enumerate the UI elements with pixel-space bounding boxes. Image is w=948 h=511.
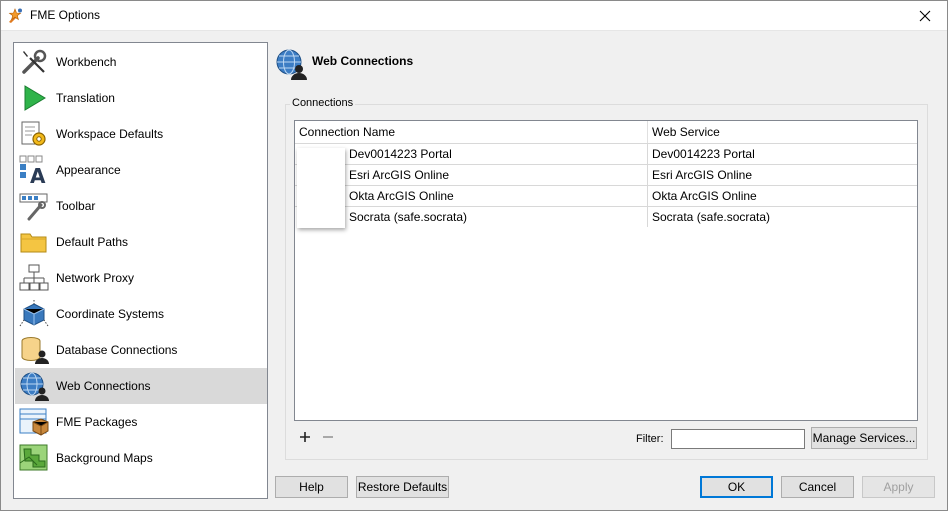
sidebar-item-background-maps[interactable]: Background Maps <box>15 440 267 476</box>
sidebar-item-label: Default Paths <box>56 235 129 249</box>
title-bar: FME Options <box>0 0 948 31</box>
cube-axes-icon <box>19 300 49 327</box>
web-service-cell: Socrata (safe.socrata) <box>652 210 771 224</box>
toolbar-icon <box>19 193 48 221</box>
sidebar-item-workbench[interactable]: Workbench <box>15 44 267 80</box>
close-button[interactable] <box>902 0 948 31</box>
cancel-button[interactable]: Cancel <box>781 476 854 498</box>
play-triangle-icon <box>24 85 46 111</box>
window-title: FME Options <box>30 8 101 22</box>
sidebar-item-label: Database Connections <box>56 343 178 357</box>
sidebar-item-default-paths[interactable]: Default Paths <box>15 224 267 260</box>
close-icon <box>919 10 931 21</box>
table-row[interactable]: Esri ArcGIS Online Esri ArcGIS Online <box>295 164 917 185</box>
sidebar-item-label: Workspace Defaults <box>56 127 164 141</box>
restore-defaults-button[interactable]: Restore Defaults <box>356 476 449 498</box>
table-row[interactable]: Dev0014223 Portal Dev0014223 Portal <box>295 143 917 164</box>
globe-user-icon <box>20 372 49 401</box>
web-service-cell: Okta ArcGIS Online <box>652 189 757 203</box>
folder-icon <box>20 233 47 253</box>
sidebar-item-fme-packages[interactable]: FME Packages <box>15 404 267 440</box>
connection-name-cell: Dev0014223 Portal <box>349 144 648 164</box>
column-header-web-service[interactable]: Web Service <box>648 121 917 143</box>
options-sidebar: Workbench Translation Workspace Defaults <box>13 42 268 499</box>
apply-button[interactable]: Apply <box>862 476 935 498</box>
svg-text:A: A <box>30 164 46 185</box>
ok-button[interactable]: OK <box>700 476 773 498</box>
sidebar-item-coordinate-systems[interactable]: Coordinate Systems <box>15 296 267 332</box>
sidebar-item-workspace-defaults[interactable]: Workspace Defaults <box>15 116 267 152</box>
minus-icon <box>323 436 333 438</box>
connection-name-cell: Okta ArcGIS Online <box>349 186 648 206</box>
sidebar-item-network-proxy[interactable]: Network Proxy <box>15 260 267 296</box>
sidebar-item-label: Web Connections <box>56 379 151 393</box>
connections-table: Connection Name Web Service Dev0014223 P… <box>294 120 918 421</box>
sidebar-item-label: Translation <box>56 91 115 105</box>
sidebar-item-label: Toolbar <box>56 199 96 213</box>
connection-name-cell: Socrata (safe.socrata) <box>349 207 648 227</box>
web-service-cell: Esri ArcGIS Online <box>652 168 753 182</box>
sidebar-item-web-connections[interactable]: Web Connections <box>15 368 267 404</box>
sidebar-item-label: Workbench <box>56 55 117 69</box>
sidebar-item-label: Background Maps <box>56 451 153 465</box>
page-title: Web Connections <box>312 54 414 68</box>
map-icon <box>19 444 48 471</box>
globe-user-icon <box>276 49 307 80</box>
dialog-client: Workbench Translation Workspace Defaults <box>1 31 947 510</box>
manage-services-button[interactable]: Manage Services... <box>811 427 917 449</box>
add-connection-button[interactable] <box>297 429 313 445</box>
web-service-cell: Dev0014223 Portal <box>652 147 755 161</box>
document-gear-icon <box>21 121 46 146</box>
filter-label: Filter: <box>636 433 664 445</box>
sidebar-item-database-connections[interactable]: Database Connections <box>15 332 267 368</box>
table-row[interactable]: Socrata (safe.socrata) Socrata (safe.soc… <box>295 206 917 227</box>
sidebar-item-label: Appearance <box>56 163 121 177</box>
row-icon-overlay <box>297 148 345 228</box>
connection-name-cell: Esri ArcGIS Online <box>349 165 648 185</box>
database-user-icon <box>21 337 49 364</box>
sidebar-item-label: FME Packages <box>56 415 138 429</box>
sidebar-item-appearance[interactable]: A Appearance <box>15 152 267 188</box>
sidebar-item-label: Network Proxy <box>56 271 135 285</box>
help-button[interactable]: Help <box>275 476 348 498</box>
connections-group-label: Connections <box>290 97 356 109</box>
package-icon <box>19 408 49 436</box>
sidebar-item-toolbar[interactable]: Toolbar <box>15 188 267 224</box>
network-icon <box>19 264 49 291</box>
wrench-screwdriver-icon <box>22 49 47 74</box>
plus-icon <box>300 432 310 442</box>
fme-logo-icon <box>8 8 22 23</box>
font-appearance-icon: A <box>19 155 46 185</box>
remove-connection-button[interactable] <box>320 429 336 445</box>
sidebar-item-label: Coordinate Systems <box>56 307 165 321</box>
table-row[interactable]: Okta ArcGIS Online Okta ArcGIS Online <box>295 185 917 206</box>
filter-input[interactable] <box>671 429 805 449</box>
sidebar-item-translation[interactable]: Translation <box>15 80 267 116</box>
column-header-connection-name[interactable]: Connection Name <box>295 121 648 143</box>
